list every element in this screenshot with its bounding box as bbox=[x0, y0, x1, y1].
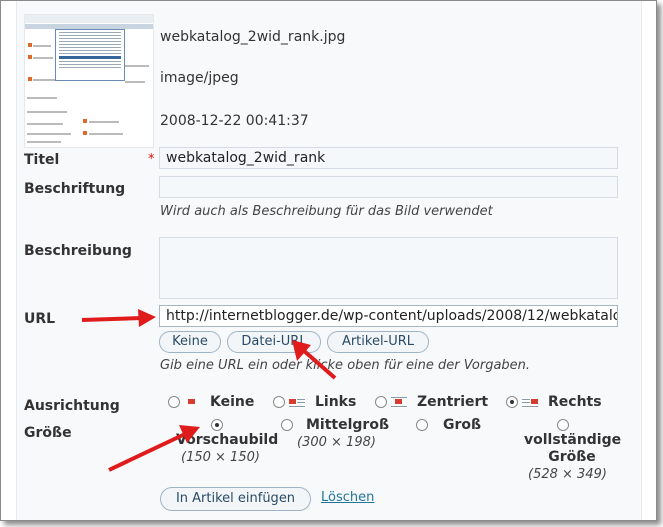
annotation-arrows bbox=[81, 309, 337, 472]
arrow-to-url-field-icon bbox=[81, 309, 156, 327]
arrow-to-thumbnail-size-icon bbox=[108, 425, 200, 472]
arrow-to-file-url-button-icon bbox=[292, 340, 337, 380]
